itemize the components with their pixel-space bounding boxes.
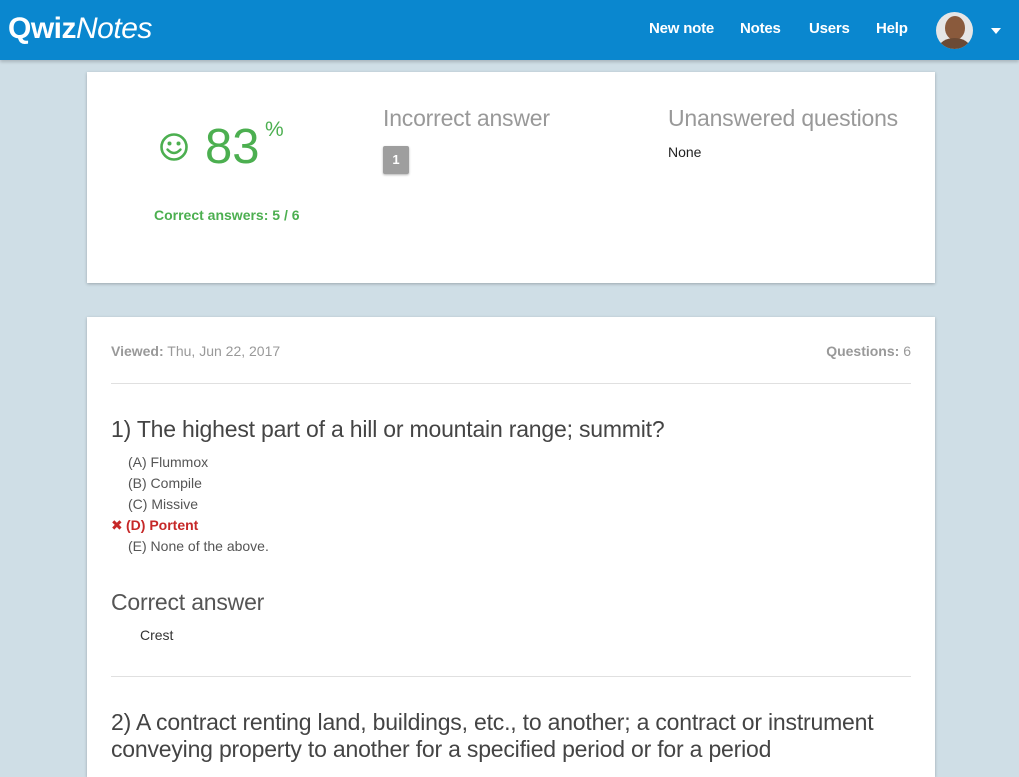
incorrect-question-badge[interactable]: 1	[383, 146, 409, 174]
avatar[interactable]	[936, 12, 973, 49]
divider	[111, 383, 911, 384]
divider	[111, 676, 911, 677]
choice-b: (B) Compile	[128, 475, 202, 491]
unanswered-heading: Unanswered questions	[668, 105, 898, 131]
correct-answer-heading: Correct answer	[111, 589, 265, 615]
choice-a: (A) Flummox	[128, 454, 209, 470]
nav-new-note[interactable]: New note	[649, 20, 714, 38]
unanswered-value: None	[668, 144, 702, 160]
avatar-shoulders	[939, 38, 970, 49]
question-2-text: 2) A contract renting land, buildings, e…	[111, 709, 874, 762]
brand-italic: Notes	[76, 12, 152, 45]
correct-answer-value: Crest	[140, 627, 174, 643]
choice-c: (C) Missive	[128, 496, 198, 512]
choice-d-label: (D) Portent	[126, 517, 199, 533]
questions-label: Questions:	[826, 343, 900, 359]
viewed-value: Thu, Jun 22, 2017	[167, 343, 281, 359]
choice-e: (E) None of the above.	[128, 538, 269, 554]
nav-notes[interactable]: Notes	[740, 20, 781, 38]
brand-bold: Qwiz	[8, 12, 77, 45]
brand-logo[interactable]: QwizNotes	[8, 10, 152, 48]
viewed-date: Viewed: Thu, Jun 22, 2017	[111, 343, 280, 359]
avatar-head	[945, 16, 965, 40]
score-value: 83	[205, 120, 260, 174]
top-navbar: QwizNotes New note Notes Users Help	[0, 0, 1019, 60]
correct-answers-count: Correct answers: 5 / 6	[154, 207, 300, 223]
chevron-down-icon[interactable]	[991, 28, 1001, 34]
nav-help[interactable]: Help	[876, 20, 908, 38]
wrong-x-icon: ✖	[111, 517, 123, 533]
viewed-label: Viewed:	[111, 343, 164, 359]
nav-users[interactable]: Users	[809, 20, 850, 38]
questions-value: 6	[903, 343, 911, 359]
questions-count: Questions: 6	[826, 343, 911, 359]
results-card: 83 % Correct answers: 5 / 6 Incorrect an…	[87, 72, 935, 283]
smiley-icon	[160, 133, 188, 161]
incorrect-answer-heading: Incorrect answer	[383, 105, 550, 131]
choice-d-wrong: ✖ (D) Portent	[111, 515, 198, 535]
quiz-card: Viewed: Thu, Jun 22, 2017 Questions: 6 1…	[87, 317, 935, 777]
score-unit: %	[265, 118, 284, 141]
question-1-text: 1) The highest part of a hill or mountai…	[111, 416, 665, 442]
